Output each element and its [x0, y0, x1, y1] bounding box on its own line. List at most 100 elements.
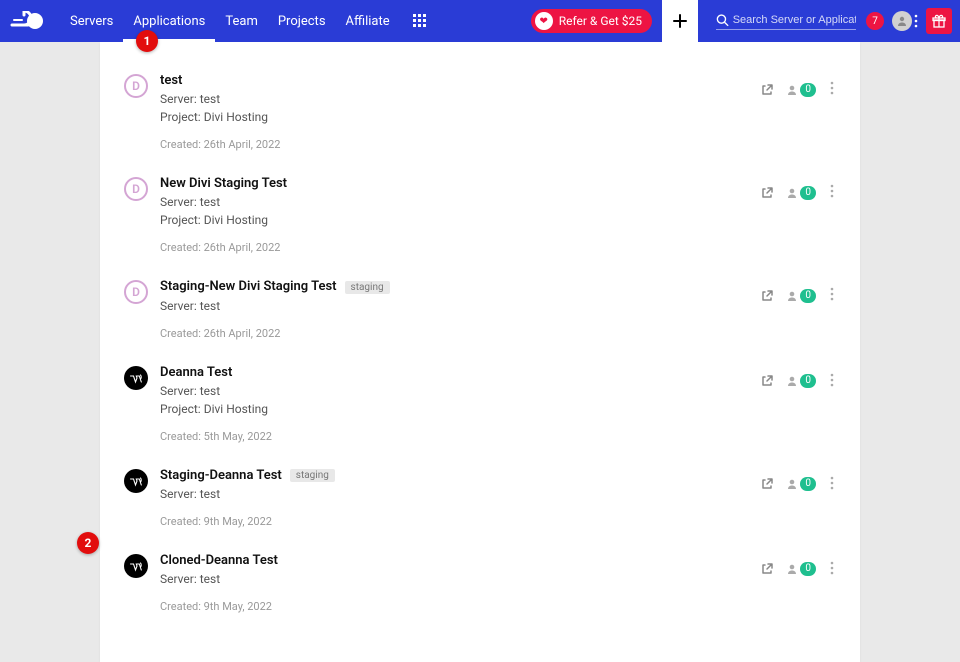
brand-logo[interactable]: [10, 10, 46, 32]
app-icon-col: D: [124, 72, 160, 98]
row-menu-icon[interactable]: [828, 560, 836, 579]
app-row[interactable]: Staging-Deanna Test staging Server: test Cr…: [100, 461, 860, 546]
app-server: Server: test: [160, 90, 760, 108]
plus-icon: [672, 13, 688, 29]
app-row[interactable]: Deanna TestServer: testProject: Divi Hos…: [100, 358, 860, 461]
nav-label: Affiliate: [346, 14, 390, 29]
team-count-value: 0: [800, 186, 816, 200]
heart-icon: ❤: [535, 12, 553, 30]
nav-projects[interactable]: Projects: [268, 0, 336, 42]
app-title[interactable]: New Divi Staging Test: [160, 175, 287, 193]
app-title[interactable]: Cloned-Deanna Test: [160, 552, 278, 570]
gift-icon: [932, 14, 946, 28]
nav-affiliate[interactable]: Affiliate: [336, 0, 400, 42]
app-project: Project: Divi Hosting: [160, 108, 760, 126]
app-title[interactable]: test: [160, 72, 182, 90]
app-created: Created: 26th April, 2022: [160, 138, 760, 151]
app-body: Staging-New Divi Staging TeststagingServ…: [160, 278, 760, 339]
app-actions: 0: [760, 467, 836, 494]
nav-label: Servers: [70, 14, 113, 29]
team-count[interactable]: 0: [786, 289, 816, 303]
app-server: Server: test: [160, 570, 760, 588]
wordpress-icon: [124, 469, 148, 493]
apps-grid-icon[interactable]: [408, 14, 432, 28]
open-external-icon[interactable]: [760, 477, 774, 491]
search-wrap: [716, 13, 856, 30]
team-count-value: 0: [800, 289, 816, 303]
app-actions: 0: [760, 278, 836, 305]
team-count[interactable]: 0: [786, 83, 816, 97]
user-icon: [786, 187, 798, 199]
wordpress-icon: [124, 554, 148, 578]
app-icon-col: [124, 552, 160, 578]
divi-icon: D: [124, 177, 148, 201]
app-row[interactable]: Cloned-Deanna TestServer: testCreated: 9…: [100, 546, 860, 631]
open-external-icon[interactable]: [760, 562, 774, 576]
user-icon: [786, 84, 798, 96]
app-actions: 0: [760, 72, 836, 99]
cloud-icon: [10, 11, 46, 31]
nav-label: Team: [225, 14, 258, 29]
annotation-2: 2: [77, 532, 99, 554]
app-title[interactable]: Staging-New Divi Staging Test: [160, 278, 337, 296]
open-external-icon[interactable]: [760, 374, 774, 388]
open-external-icon[interactable]: [760, 289, 774, 303]
app-icon-col: D: [124, 175, 160, 201]
team-count-value: 0: [800, 374, 816, 388]
app-body: New Divi Staging TestServer: testProject…: [160, 175, 760, 254]
app-server: Server: test: [160, 382, 760, 400]
divi-icon: D: [124, 280, 148, 304]
notification-badge[interactable]: 7: [866, 12, 884, 30]
row-menu-icon[interactable]: [828, 183, 836, 202]
divi-icon: D: [124, 74, 148, 98]
app-project: Project: Divi Hosting: [160, 211, 760, 229]
user-icon: [896, 15, 908, 27]
user-icon: [786, 290, 798, 302]
team-count[interactable]: 0: [786, 477, 816, 491]
app-created: Created: 9th May, 2022: [160, 515, 760, 528]
app-actions: 0: [760, 364, 836, 391]
app-icon-col: [124, 467, 160, 493]
app-icon-col: D: [124, 278, 160, 304]
open-external-icon[interactable]: [760, 83, 774, 97]
search-input[interactable]: [729, 14, 856, 26]
app-title[interactable]: Deanna Test: [160, 364, 232, 382]
app-server: Server: test: [160, 485, 760, 503]
staging-badge: staging: [290, 469, 335, 482]
team-count-value: 0: [800, 83, 816, 97]
nav-team[interactable]: Team: [215, 0, 268, 42]
team-count-value: 0: [800, 477, 816, 491]
nav-label: Applications: [133, 14, 205, 29]
account-menu-icon[interactable]: [914, 14, 918, 28]
app-row[interactable]: D New Divi Staging TestServer: testProjec…: [100, 169, 860, 272]
app-row[interactable]: D Staging-New Divi Staging TeststagingSer…: [100, 272, 860, 357]
wordpress-icon: [124, 366, 148, 390]
app-actions: 0: [760, 175, 836, 202]
row-menu-icon[interactable]: [828, 286, 836, 305]
app-title[interactable]: Staging-Deanna Test: [160, 467, 282, 485]
app-created: Created: 26th April, 2022: [160, 241, 760, 254]
app-body: Cloned-Deanna TestServer: testCreated: 9…: [160, 552, 760, 613]
app-body: Deanna TestServer: testProject: Divi Hos…: [160, 364, 760, 443]
row-menu-icon[interactable]: [828, 80, 836, 99]
app-server: Server: test: [160, 193, 760, 211]
app-created: Created: 26th April, 2022: [160, 327, 760, 340]
user-icon: [786, 478, 798, 490]
app-row[interactable]: DtestServer: testProject: Divi Hosting Cr…: [100, 66, 860, 169]
annotation-1: 1: [136, 30, 158, 52]
row-menu-icon[interactable]: [828, 372, 836, 391]
row-menu-icon[interactable]: [828, 475, 836, 494]
refer-button[interactable]: ❤ Refer & Get $25: [531, 9, 652, 33]
add-button[interactable]: [662, 0, 698, 42]
team-count[interactable]: 0: [786, 186, 816, 200]
app-icon-col: [124, 364, 160, 390]
app-created: Created: 5th May, 2022: [160, 430, 760, 443]
nav-servers[interactable]: Servers: [60, 0, 123, 42]
open-external-icon[interactable]: [760, 186, 774, 200]
user-icon: [786, 375, 798, 387]
avatar[interactable]: [892, 11, 912, 31]
gift-button[interactable]: [926, 8, 952, 34]
nav-links: Servers Applications Team Projects Affiliate: [60, 0, 400, 42]
team-count[interactable]: 0: [786, 374, 816, 388]
team-count[interactable]: 0: [786, 562, 816, 576]
